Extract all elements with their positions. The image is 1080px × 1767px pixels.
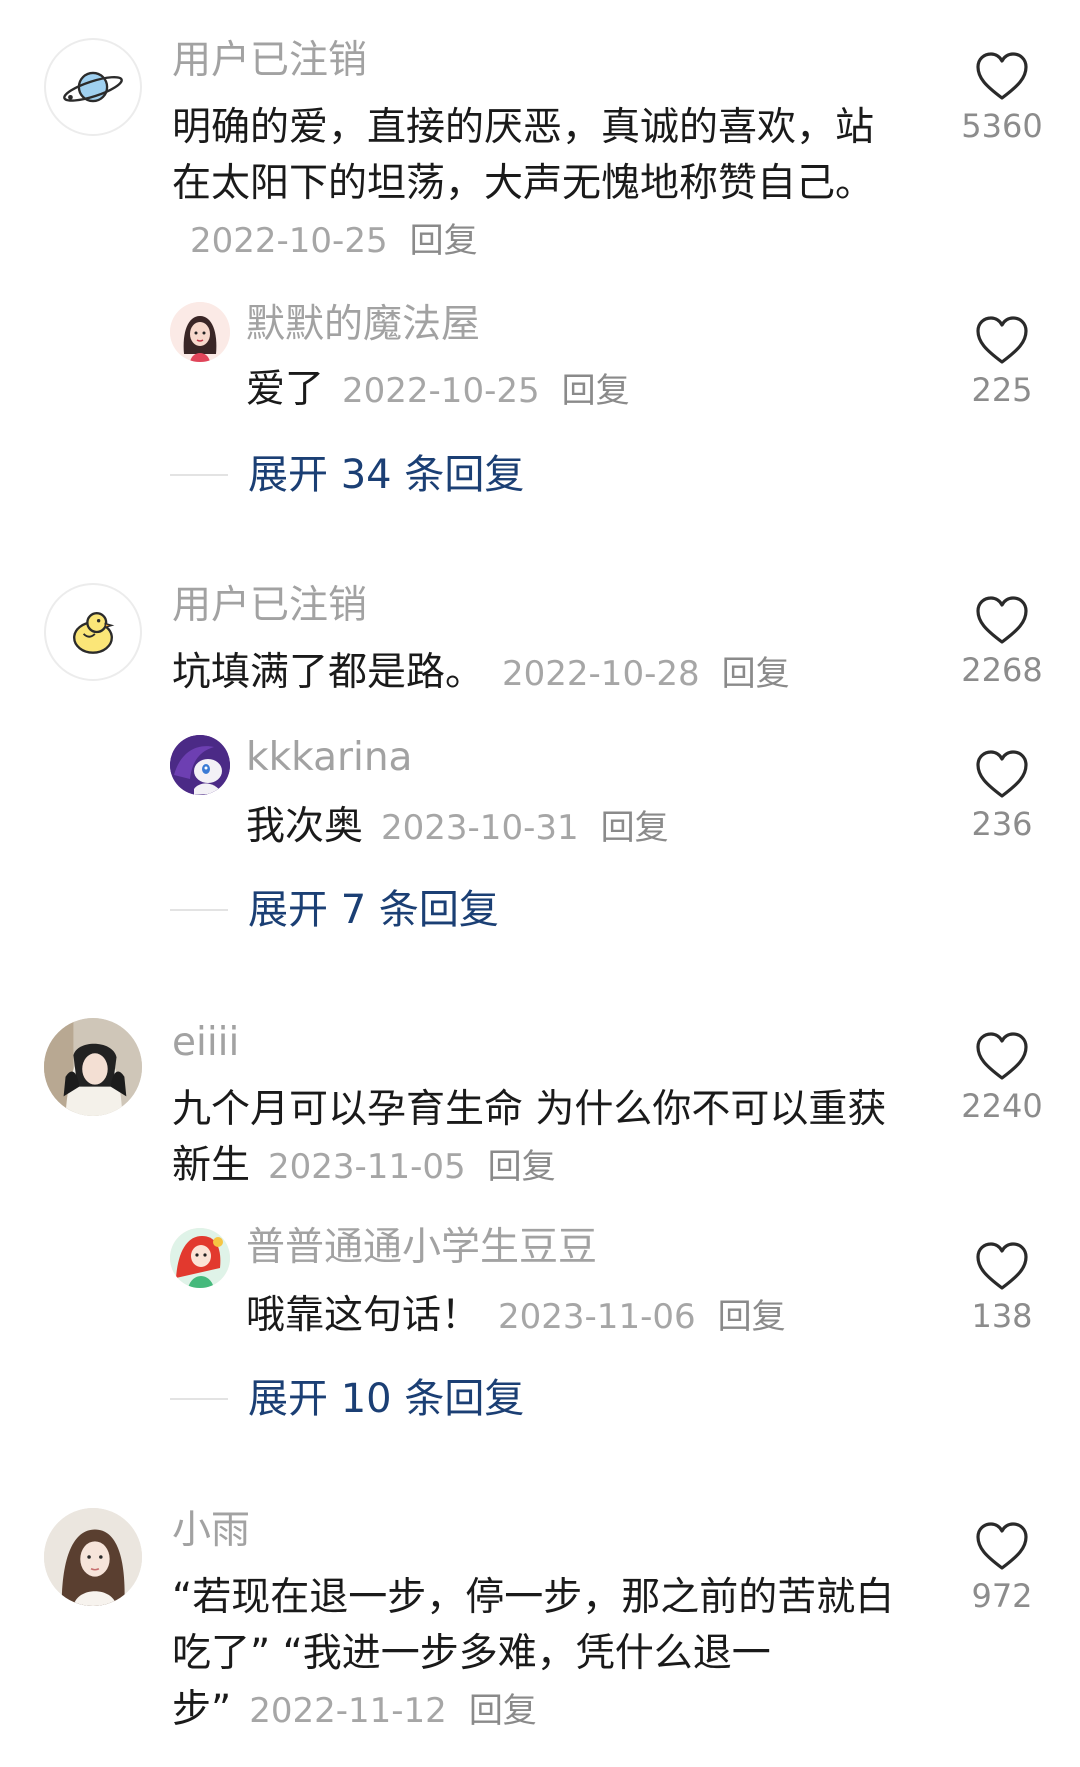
comment-text: 坑填满了都是路。 2022-10-28 回复 [172, 645, 912, 702]
sub-reply-avatar[interactable] [170, 302, 230, 362]
reply-button[interactable]: 回复 [488, 1147, 556, 1187]
expand-replies-button[interactable]: 展开 10 条回复 [170, 1374, 524, 1424]
sub-reply-button[interactable]: 回复 [718, 1297, 786, 1337]
sub-reply-username[interactable]: 默默的魔法屋 [246, 302, 480, 348]
reply-button[interactable]: 回复 [469, 1691, 537, 1731]
avatar[interactable] [44, 1018, 142, 1116]
avatar[interactable] [44, 38, 142, 136]
comment-date: 2023-11-05 [268, 1147, 466, 1187]
sub-reply-avatar[interactable] [170, 735, 230, 795]
comment-date: 2022-10-28 [502, 654, 700, 694]
like-button[interactable]: 2240 [960, 1030, 1044, 1126]
expand-replies-label: 展开 10 条回复 [248, 1376, 525, 1422]
comment-username[interactable]: 小雨 [172, 1508, 250, 1554]
sub-reply-like-button[interactable]: 236 [960, 748, 1044, 844]
heart-icon [976, 750, 1028, 798]
comment-username[interactable]: 用户已注销 [172, 38, 367, 84]
like-count: 2240 [961, 1087, 1043, 1125]
divider-line [170, 474, 228, 476]
reply-button[interactable]: 回复 [410, 221, 478, 261]
sub-reply-text: 爱了 2022-10-25 回复 [246, 362, 906, 419]
like-count: 138 [971, 1297, 1033, 1335]
comment-body: 坑填满了都是路。 [172, 650, 485, 695]
sub-reply-body: 爱了 [246, 367, 325, 412]
reply-button[interactable]: 回复 [722, 654, 790, 694]
like-button[interactable]: 972 [960, 1520, 1044, 1616]
sub-reply-text: 哦靠这句话！ 2023-11-06 回复 [246, 1288, 906, 1345]
expand-replies-button[interactable]: 展开 7 条回复 [170, 885, 499, 935]
sub-reply-body: 哦靠这句话！ [246, 1293, 481, 1338]
comment-date: 2022-11-12 [249, 1691, 447, 1731]
expand-replies-button[interactable]: 展开 34 条回复 [170, 450, 524, 500]
heart-icon [976, 52, 1028, 100]
heart-icon [976, 1522, 1028, 1570]
like-button[interactable]: 5360 [960, 50, 1044, 146]
divider-line [170, 909, 228, 911]
photo-avatar-icon [44, 1018, 142, 1116]
sub-reply-like-button[interactable]: 138 [960, 1240, 1044, 1336]
like-button[interactable]: 2268 [960, 594, 1044, 690]
comment-date: 2022-10-25 [190, 221, 388, 261]
divider-line [170, 1398, 228, 1400]
girl-avatar-icon [170, 302, 230, 362]
avatar[interactable] [44, 1508, 142, 1606]
comment-username[interactable]: eiiii [172, 1020, 239, 1066]
sub-reply-text: 我次奥 2023-10-31 回复 [246, 799, 906, 856]
like-count: 225 [971, 371, 1033, 409]
sub-reply-username[interactable]: kkkarina [246, 735, 412, 781]
chick-icon [73, 612, 115, 654]
like-count: 2268 [961, 651, 1043, 689]
sub-reply-like-button[interactable]: 225 [960, 314, 1044, 410]
planet-icon [63, 71, 123, 103]
pony-avatar-icon [170, 735, 230, 795]
heart-icon [976, 1032, 1028, 1080]
sub-reply-avatar[interactable] [170, 1228, 230, 1288]
expand-replies-label: 展开 7 条回复 [248, 887, 499, 933]
like-count: 972 [971, 1577, 1033, 1615]
comment-text: 九个月可以孕育生命 为什么你不可以重获新生 2023-11-05 回复 [172, 1082, 912, 1195]
heart-icon [976, 1242, 1028, 1290]
sub-reply-date: 2023-11-06 [498, 1297, 696, 1337]
sub-reply-button[interactable]: 回复 [562, 371, 630, 411]
like-count: 5360 [961, 107, 1043, 145]
mermaid-avatar-icon [170, 1228, 230, 1288]
comment-text: 明确的爱，直接的厌恶，真诚的喜欢，站在太阳下的坦荡，大声无愧地称赞自己。 2022… [172, 100, 912, 269]
like-count: 236 [971, 805, 1033, 843]
sub-reply-date: 2023-10-31 [381, 808, 579, 848]
sub-reply-username[interactable]: 普普通通小学生豆豆 [246, 1225, 597, 1271]
comment-body: 明确的爱，直接的厌恶，真诚的喜欢，站在太阳下的坦荡，大声无愧地称赞自己。 [172, 105, 875, 206]
sub-reply-date: 2022-10-25 [342, 371, 540, 411]
sub-reply-body: 我次奥 [246, 804, 364, 849]
portrait-avatar-icon [44, 1508, 142, 1606]
expand-replies-label: 展开 34 条回复 [248, 452, 525, 498]
comment-username[interactable]: 用户已注销 [172, 583, 367, 629]
sub-reply-button[interactable]: 回复 [601, 808, 669, 848]
heart-icon [976, 316, 1028, 364]
comment-text: “若现在退一步，停一步，那之前的苦就白吃了” “我进一步多难，凭什么退一步” 20… [172, 1570, 912, 1739]
heart-icon [976, 596, 1028, 644]
avatar[interactable] [44, 583, 142, 681]
